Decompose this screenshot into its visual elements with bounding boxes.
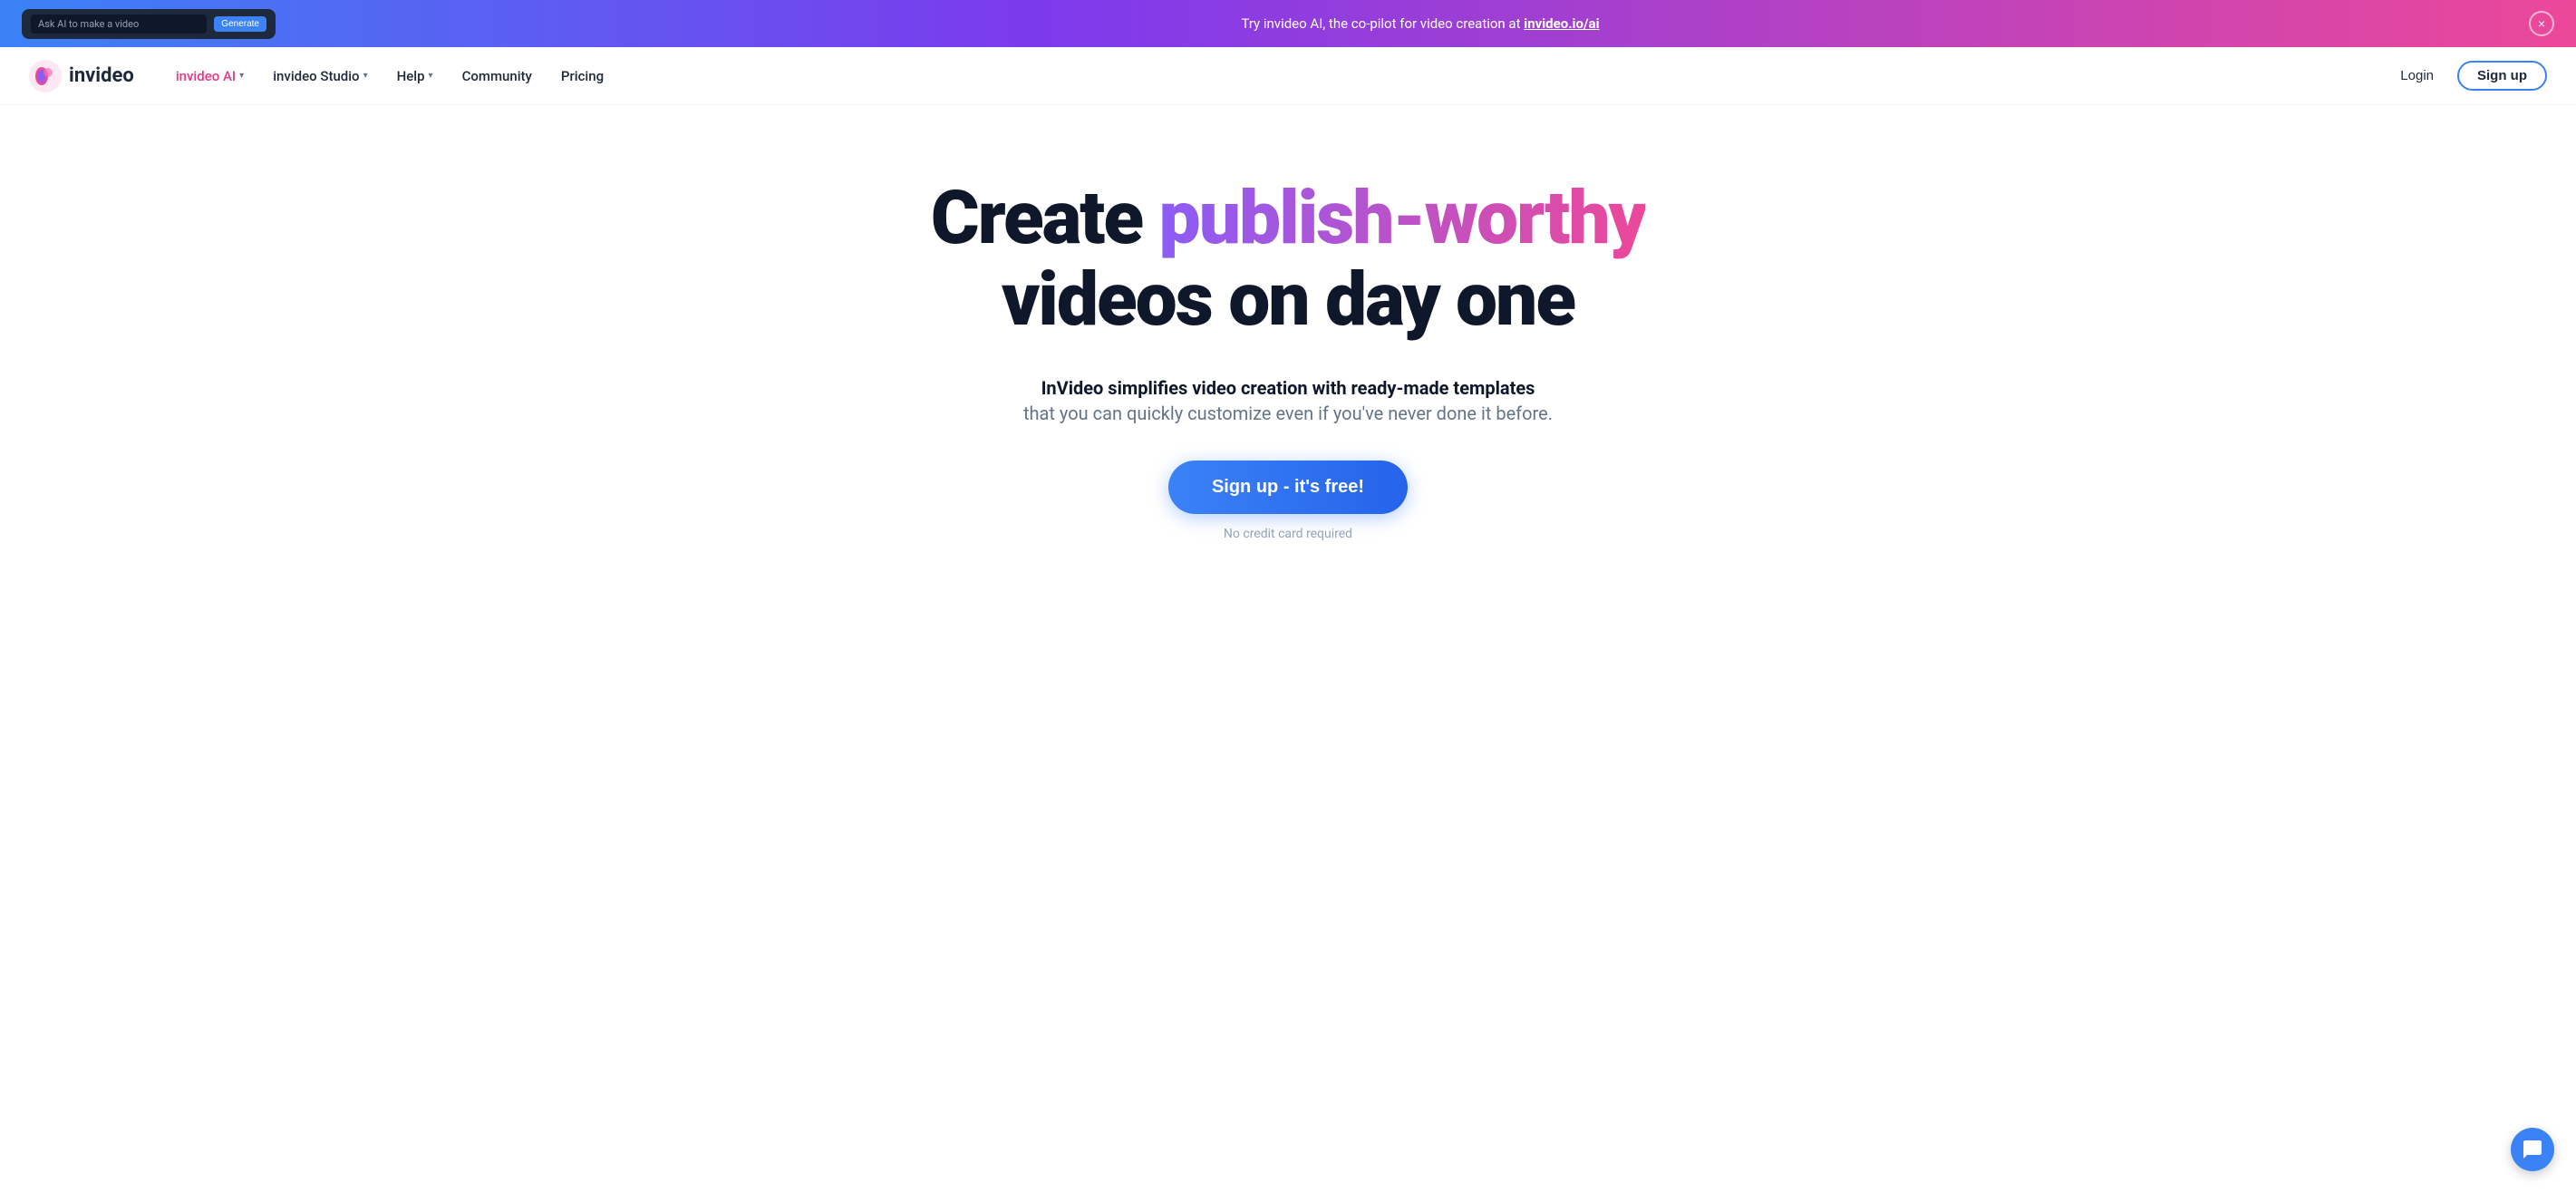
banner-link[interactable]: invideo.io/ai [1524, 15, 1599, 32]
chevron-down-icon: ▾ [429, 71, 433, 81]
nav-menu: invideo AI ▾ invideo Studio ▾ Help ▾ Com… [163, 63, 2387, 90]
hero-title-gradient: publish-worthy [1159, 175, 1646, 262]
chevron-down-icon: ▾ [363, 71, 368, 81]
nav-item-help[interactable]: Help ▾ [384, 63, 446, 90]
nav-item-community[interactable]: Community [450, 63, 545, 90]
hero-no-credit-card-text: No credit card required [1224, 527, 1352, 541]
nav-label-invideo-studio: invideo Studio [273, 68, 359, 84]
nav-label-community: Community [462, 68, 532, 84]
banner-generate-button[interactable]: Generate [214, 16, 266, 32]
banner-ai-input: Ask AI to make a video [31, 15, 207, 34]
logo-icon [29, 60, 62, 92]
banner-text: Try invideo AI, the co-pilot for video c… [312, 15, 2529, 32]
login-button[interactable]: Login [2387, 63, 2446, 89]
chat-icon [2522, 1139, 2543, 1160]
nav-label-invideo-ai: invideo AI [176, 68, 236, 84]
banner-preview: Ask AI to make a video Generate [22, 9, 312, 39]
hero-subtitle-light: that you can quickly customize even if y… [1023, 403, 1553, 424]
banner-close-button[interactable]: × [2529, 11, 2554, 36]
signup-button[interactable]: Sign up [2457, 61, 2547, 91]
chat-support-button[interactable] [2511, 1128, 2554, 1171]
nav-label-pricing: Pricing [561, 68, 604, 84]
hero-title-part2: videos on day one [1002, 257, 1574, 344]
banner-text-before-link: Try invideo AI, the co-pilot for video c… [1241, 15, 1524, 32]
nav-item-invideo-ai[interactable]: invideo AI ▾ [163, 63, 257, 90]
nav-item-invideo-studio[interactable]: invideo Studio ▾ [260, 63, 380, 90]
nav-item-pricing[interactable]: Pricing [548, 63, 616, 90]
hero-section: Create publish-worthy videos on day one … [0, 105, 2576, 596]
logo-link[interactable]: invideo [29, 60, 134, 92]
nav-label-help: Help [397, 68, 425, 84]
announcement-banner: Ask AI to make a video Generate Try invi… [0, 0, 2576, 47]
hero-cta-button[interactable]: Sign up - it's free! [1168, 461, 1408, 514]
hero-title: Create publish-worthy videos on day one [931, 178, 1645, 341]
navbar: invideo invideo AI ▾ invideo Studio ▾ He… [0, 47, 2576, 105]
logo-text: invideo [69, 64, 134, 87]
hero-title-part1: Create [931, 175, 1159, 262]
chevron-down-icon: ▾ [239, 71, 244, 81]
hero-subtitle-bold: InVideo simplifies video creation with r… [1041, 377, 1535, 399]
ai-preview-widget: Ask AI to make a video Generate [22, 9, 276, 39]
nav-right: Login Sign up [2387, 61, 2547, 91]
